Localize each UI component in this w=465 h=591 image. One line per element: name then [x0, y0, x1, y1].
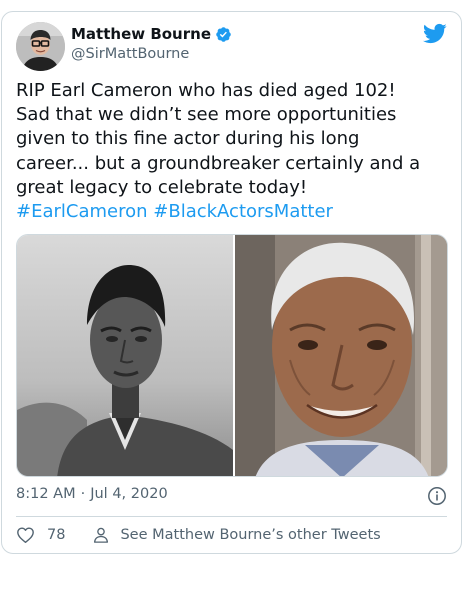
tweet-date[interactable]: Jul 4, 2020 [90, 486, 167, 502]
author-display-name[interactable]: Matthew Bourne [71, 25, 211, 43]
hashtag-link[interactable]: #EarlCameron [16, 201, 148, 222]
heart-icon [16, 526, 35, 544]
media-photo-young-portrait[interactable] [17, 235, 233, 476]
twitter-bird-icon[interactable] [422, 23, 447, 44]
tweet-actions: 78 See Matthew Bourne’s other Tweets [16, 526, 381, 544]
tweet-text-line: career... but a groundbreaker certainly … [16, 152, 421, 174]
tweet-timestamp[interactable]: 8:12 AM · Jul 4, 2020 [16, 486, 168, 502]
see-other-tweets-label[interactable]: See Matthew Bourne’s other Tweets [120, 527, 380, 543]
tweet-text-line: given to this fine actor during his long [16, 128, 360, 150]
author-name-row[interactable]: Matthew Bourne [71, 25, 232, 43]
tweet-time[interactable]: 8:12 AM [16, 486, 76, 502]
tweet-media[interactable] [16, 234, 448, 477]
like-button[interactable]: 78 [16, 526, 65, 544]
info-icon[interactable] [427, 486, 447, 506]
tweet-card: Matthew Bourne @SirMattBourne RIP Earl C… [1, 11, 462, 554]
avatar-photo [16, 22, 65, 71]
see-other-tweets-link[interactable]: See Matthew Bourne’s other Tweets [92, 526, 381, 544]
timestamp-separator: · [80, 486, 86, 502]
tweet-hashtags: #EarlCameron #BlackActorsMatter [16, 200, 456, 224]
hashtag-link[interactable]: #BlackActorsMatter [153, 201, 333, 222]
verified-badge-icon [215, 26, 232, 43]
like-count: 78 [47, 527, 66, 543]
media-photo-elderly-portrait[interactable] [235, 235, 447, 476]
tweet-text-line: RIP Earl Cameron who has died aged 102! [16, 80, 396, 101]
avatar[interactable] [16, 22, 65, 71]
tweet-text: RIP Earl Cameron who has died aged 102! … [16, 79, 456, 224]
tweet-text-line: Sad that we didn’t see more opportunitie… [16, 104, 397, 126]
card-divider [16, 516, 447, 517]
person-icon [92, 526, 110, 544]
author-handle[interactable]: @SirMattBourne [71, 46, 189, 62]
tweet-text-line: great legacy to celebrate today! [16, 176, 308, 198]
